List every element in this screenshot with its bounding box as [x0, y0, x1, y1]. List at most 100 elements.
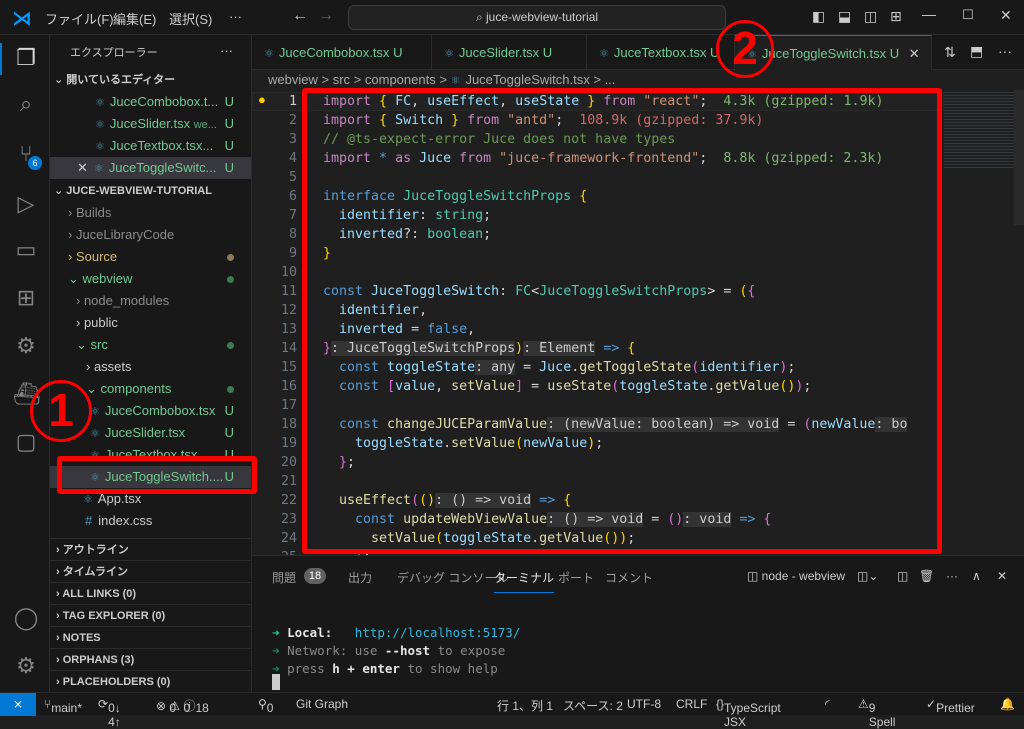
tab-comments[interactable]: コメント [605, 569, 653, 586]
close-tab-icon[interactable]: ✕ [909, 46, 920, 61]
explorer-icon[interactable]: ❐ [13, 45, 39, 71]
maximize-panel-icon[interactable]: ∧ [972, 569, 981, 583]
open-editor-item[interactable]: ⚛ JuceSlider.tsx we... U [50, 113, 251, 135]
close-icon[interactable]: ✕ [77, 160, 88, 175]
customize-layout-icon[interactable]: ⊞ [890, 8, 902, 25]
breadcrumb: webview > src > components > ⚛ JuceToggle… [268, 72, 616, 87]
source-control-badge: 6 [28, 156, 42, 170]
tree-folder[interactable]: › JuceLibraryCode [50, 224, 251, 246]
outline-section[interactable]: › アウトライン [50, 538, 251, 560]
tab-jucetextbox[interactable]: ⚛ JuceTextbox.tsx U [587, 35, 735, 70]
tree-folder[interactable]: › Source [50, 246, 251, 268]
tab-output[interactable]: 出力 [348, 569, 372, 586]
cursor-position[interactable]: 行 1、列 1 [497, 697, 553, 714]
tree-folder[interactable]: › node_modules [50, 290, 251, 312]
menu-selection[interactable]: 選択(S) [169, 9, 212, 28]
activity-bar: ❐ ⌕ ⑂ 6 ▷ ▭ ⊞ ⚙ ⛴ ▢ ◯ ⚙ [0, 35, 50, 692]
remote-explorer-icon[interactable]: ▭ [13, 237, 39, 263]
forward-arrow-icon[interactable]: → [318, 7, 334, 25]
placeholders-section[interactable]: › PLACEHOLDERS (0) [50, 670, 251, 692]
compare-changes-icon[interactable]: ⇅ [944, 44, 956, 61]
all-links-section[interactable]: › ALL LINKS (0) [50, 582, 251, 604]
back-arrow-icon[interactable]: ← [292, 7, 308, 25]
toggle-panel-icon[interactable]: ⬓ [838, 8, 851, 25]
tree-file[interactable]: # index.css [50, 510, 251, 532]
command-center-search[interactable]: ⌕ juce-webview-tutorial [348, 5, 726, 30]
project-header[interactable]: ⌄ JUCE-WEBVIEW-TUTORIAL [50, 180, 251, 202]
line-number: 20 [280, 455, 297, 470]
line-number: 3 [288, 132, 297, 147]
line-ending[interactable]: CRLF [676, 697, 707, 711]
encoding[interactable]: UTF-8 [627, 697, 661, 711]
tree-folder[interactable]: › assets [50, 356, 251, 378]
account-icon[interactable]: ◯ [13, 605, 39, 631]
toggle-secondary-sidebar-icon[interactable]: ◫ [864, 8, 877, 25]
search-label: juce-webview-tutorial [486, 10, 599, 24]
tag-explorer-section[interactable]: › TAG EXPLORER (0) [50, 604, 251, 626]
line-number: 12 [280, 303, 297, 318]
problems-status[interactable]: ⊗ 0 ⚠ 0 ⓘ 18 [156, 697, 209, 715]
git-graph-button[interactable]: Git Graph [296, 697, 348, 711]
indentation[interactable]: スペース: 2 [563, 697, 623, 714]
terminal-selector[interactable]: ◫ node - webview [747, 569, 845, 583]
crumb-file[interactable]: JuceToggleSwitch.tsx [465, 72, 589, 87]
spell-status[interactable]: ⚠ 9 Spell [858, 697, 895, 729]
search-icon[interactable]: ⌕ [13, 91, 39, 117]
crumb-webview[interactable]: webview [268, 72, 318, 87]
crumb-src[interactable]: src [333, 72, 350, 87]
react-icon: ⚛ [95, 97, 105, 109]
tree-folder[interactable]: ⌄ webview [50, 268, 251, 290]
menu-edit[interactable]: 編集(E) [113, 9, 156, 28]
close-panel-icon[interactable]: ✕ [997, 569, 1007, 583]
remote-containers-icon[interactable]: ⚙ [13, 333, 39, 359]
split-terminal-icon[interactable]: ◫ [897, 569, 908, 583]
terminal-icon: ◫ [747, 569, 762, 583]
vscode-logo-icon: ⋊ [12, 8, 32, 30]
new-terminal-dropdown[interactable]: ◫⌄ [857, 569, 878, 583]
maximize-button[interactable]: ☐ [962, 7, 974, 23]
minimap[interactable] [944, 90, 1014, 170]
editor-more-icon[interactable]: ··· [998, 43, 1012, 59]
editor-scrollbar[interactable] [1014, 90, 1024, 225]
notifications-bell-icon[interactable]: 🔔 [1000, 697, 1015, 711]
tab-juceslider[interactable]: ⚛ JuceSlider.tsx U [432, 35, 587, 70]
tab-jucecombobox[interactable]: ⚛ JuceCombobox.tsx U [252, 35, 432, 70]
manage-gear-icon[interactable]: ⚙ [13, 653, 39, 679]
split-editor-icon[interactable]: ⬒ [970, 43, 983, 60]
kill-terminal-trash-icon[interactable]: 🗑 [919, 569, 934, 583]
open-editors-header[interactable]: ⌄ 開いているエディター [50, 69, 251, 91]
open-editor-item[interactable]: ⚛ JuceTextbox.tsx... U [50, 135, 251, 157]
menu-file[interactable]: ファイル(F) [45, 9, 114, 28]
tab-terminal[interactable]: ターミナル [494, 569, 555, 593]
tree-folder[interactable]: ⌄ src [50, 334, 251, 356]
tab-problems[interactable]: 問題 [272, 569, 296, 586]
minimize-button[interactable]: — [922, 6, 936, 22]
tree-folder[interactable]: › Builds [50, 202, 251, 224]
tab-debug-console[interactable]: デバッグ コンソール [397, 569, 508, 586]
open-editor-item-active[interactable]: ✕ ⚛ JuceToggleSwitc... U [50, 157, 251, 179]
remote-indicator-icon[interactable]: ⨯ [0, 693, 36, 716]
timeline-section[interactable]: › タイムライン [50, 560, 251, 582]
tab-ports[interactable]: ポート [558, 569, 594, 586]
panel-more-icon[interactable]: ··· [946, 569, 958, 583]
orphans-section[interactable]: › ORPHANS (3) [50, 648, 251, 670]
line-number: 19 [280, 436, 297, 451]
extensions-icon[interactable]: ⊞ [13, 285, 39, 311]
ports-status[interactable]: ⚲ 0 [258, 697, 273, 715]
more-actions-icon[interactable]: ··· [220, 40, 240, 62]
notes-section[interactable]: › NOTES [50, 626, 251, 648]
line-number: 13 [280, 322, 297, 337]
git-sync[interactable]: ⟳ 0↓ 4↑ [98, 697, 121, 729]
comments-icon[interactable]: ▢ [13, 429, 39, 455]
prettier-status[interactable]: ✓ Prettier [926, 697, 975, 715]
language-mode[interactable]: {} TypeScript JSX [716, 697, 781, 729]
menu-more[interactable]: ··· [229, 9, 242, 24]
crumb-components[interactable]: components [365, 72, 436, 87]
open-editor-item[interactable]: ⚛ JuceCombobox.t... U [50, 91, 251, 113]
tree-folder[interactable]: › public [50, 312, 251, 334]
line-number: 24 [280, 531, 297, 546]
toggle-sidebar-icon[interactable]: ◧ [812, 8, 825, 25]
run-debug-icon[interactable]: ▷ [13, 191, 39, 217]
git-branch[interactable]: ⑂ main* [44, 697, 82, 715]
close-window-button[interactable]: ✕ [1000, 7, 1012, 24]
